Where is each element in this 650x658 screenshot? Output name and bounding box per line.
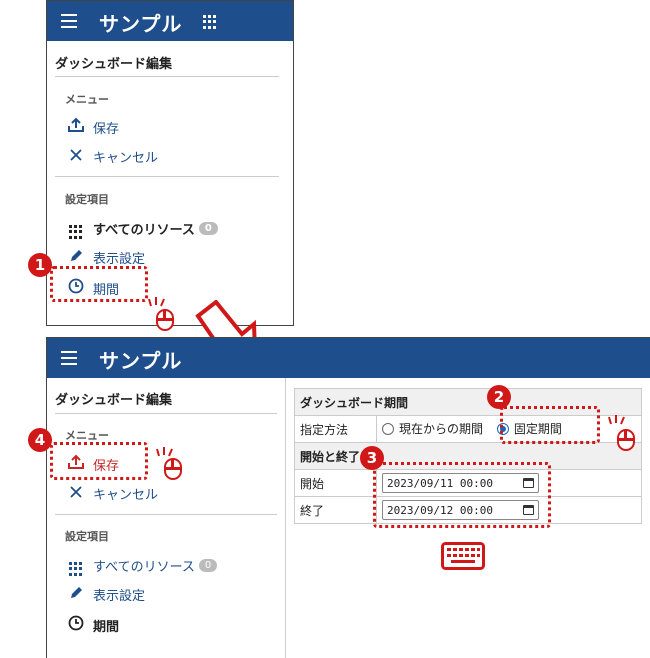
highlight-save bbox=[50, 442, 148, 480]
sidebar-item-all-resources[interactable]: すべてのリソース 0 bbox=[65, 217, 218, 239]
mouse-click-icon bbox=[156, 309, 174, 331]
count-badge: 0 bbox=[198, 221, 218, 235]
upload-icon bbox=[65, 117, 87, 137]
sidebar-item-period[interactable]: 期間 bbox=[65, 615, 119, 635]
menu-group-label: メニュー bbox=[65, 93, 109, 106]
close-icon bbox=[65, 148, 87, 166]
hamburger-menu-icon[interactable] bbox=[61, 14, 77, 28]
radio-unchecked-icon bbox=[382, 422, 394, 435]
grid-icon bbox=[65, 554, 87, 576]
click-indicator-icon bbox=[608, 415, 625, 425]
save-button[interactable]: 保存 bbox=[65, 117, 119, 137]
divider bbox=[55, 76, 279, 77]
cancel-label: キャンセル bbox=[93, 488, 159, 503]
mouse-click-icon bbox=[617, 429, 635, 451]
mouse-click-icon bbox=[164, 458, 182, 480]
divider bbox=[55, 514, 277, 515]
step-1-marker: 1 bbox=[28, 253, 52, 277]
clock-icon bbox=[65, 615, 87, 635]
display-settings-label: 表示設定 bbox=[93, 252, 146, 267]
app-header: サンプル bbox=[47, 1, 293, 41]
sidebar-item-display-settings[interactable]: 表示設定 bbox=[65, 585, 145, 604]
sidebar-item-all-resources[interactable]: すべてのリソース 0 bbox=[65, 554, 218, 576]
panel-after: サンプル ダッシュボード編集 メニュー 保存 キャンセル 設定項目 すべてのリソ… bbox=[46, 337, 650, 658]
apps-grid-icon[interactable] bbox=[203, 15, 217, 29]
highlight-fixed-period bbox=[500, 406, 600, 444]
app-title: サンプル bbox=[99, 12, 183, 36]
highlight-date-range bbox=[373, 462, 551, 528]
method-label: 指定方法 bbox=[294, 415, 377, 443]
period-label: 期間 bbox=[93, 619, 120, 635]
click-indicator-icon bbox=[156, 447, 173, 457]
cancel-label: キャンセル bbox=[93, 151, 159, 166]
pencil-icon bbox=[65, 586, 87, 604]
grid-icon bbox=[65, 217, 87, 239]
section-title: ダッシュボード編集 bbox=[55, 57, 173, 72]
app-title: サンプル bbox=[99, 349, 183, 373]
keyboard-icon bbox=[441, 542, 485, 570]
cancel-button[interactable]: キャンセル bbox=[65, 147, 158, 166]
divider bbox=[55, 176, 279, 177]
section-title: ダッシュボード編集 bbox=[55, 393, 173, 408]
cancel-button[interactable]: キャンセル bbox=[65, 484, 158, 503]
highlight-period bbox=[50, 266, 148, 302]
click-indicator-icon bbox=[148, 297, 165, 307]
settings-group-label: 設定項目 bbox=[65, 193, 109, 206]
app-header: サンプル bbox=[47, 338, 650, 378]
end-label: 終了 bbox=[294, 496, 377, 524]
sidebar-item-display-settings[interactable]: 表示設定 bbox=[65, 248, 145, 267]
all-resources-label: すべてのリソース bbox=[93, 222, 195, 238]
save-label: 保存 bbox=[93, 121, 120, 137]
start-label: 開始 bbox=[294, 469, 377, 497]
divider bbox=[55, 413, 277, 414]
settings-group-label: 設定項目 bbox=[65, 530, 109, 543]
hamburger-menu-icon[interactable] bbox=[61, 351, 77, 365]
pencil-icon bbox=[65, 249, 87, 267]
close-icon bbox=[65, 485, 87, 503]
radio-relative-period[interactable]: 現在からの期間 bbox=[382, 420, 483, 437]
display-settings-label: 表示設定 bbox=[93, 589, 146, 604]
step-4-marker: 4 bbox=[28, 428, 52, 452]
radio-relative-label: 現在からの期間 bbox=[399, 422, 484, 437]
count-badge: 0 bbox=[198, 558, 218, 572]
all-resources-label: すべてのリソース bbox=[93, 559, 195, 575]
menu-group-label: メニュー bbox=[65, 429, 109, 442]
